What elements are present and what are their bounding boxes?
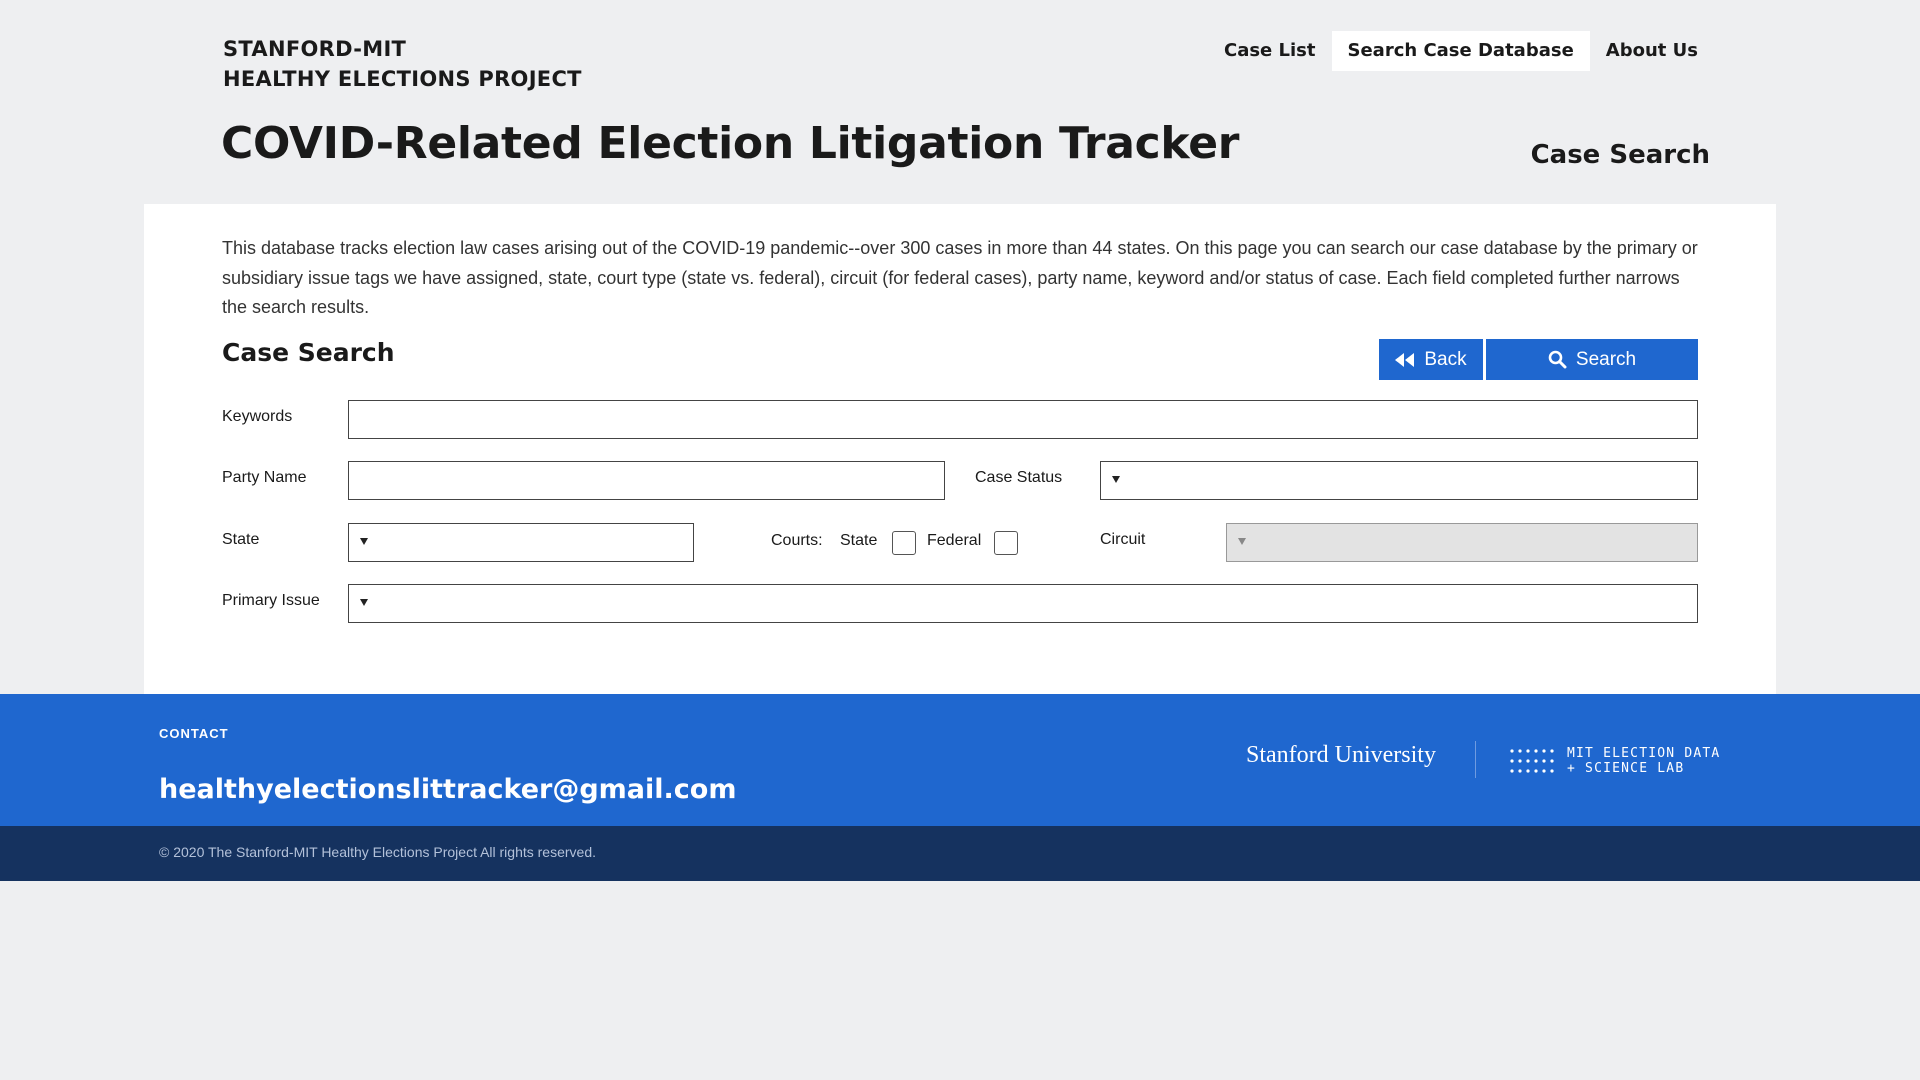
copyright-text: © 2020 The Stanford-MIT Healthy Election… [159, 844, 597, 860]
circuit-label: Circuit [1100, 531, 1146, 548]
page-title: COVID-Related Election Litigation Tracke… [221, 118, 1240, 169]
court-federal-checkbox[interactable] [994, 531, 1018, 555]
party-name-label: Party Name [222, 469, 307, 486]
keywords-input[interactable] [349, 401, 1697, 438]
copyright-bar: © 2020 The Stanford-MIT Healthy Election… [0, 826, 1920, 881]
nav-about-us[interactable]: About Us [1590, 31, 1714, 71]
dropdown-caret-icon [1238, 538, 1246, 545]
dropdown-caret-icon [360, 599, 368, 606]
party-name-field-box [348, 461, 945, 500]
keywords-field-box [348, 400, 1698, 439]
search-button[interactable]: Search [1486, 339, 1698, 380]
back-button[interactable]: Back [1379, 339, 1483, 380]
courts-label: Courts: [771, 532, 823, 549]
circuit-select[interactable] [1226, 523, 1698, 562]
search-icon [1548, 350, 1567, 369]
dropdown-caret-icon [360, 538, 368, 545]
state-label: State [222, 531, 260, 548]
court-state-label: State [840, 532, 878, 549]
nav-case-list[interactable]: Case List [1208, 31, 1332, 71]
court-state-checkbox[interactable] [892, 531, 916, 555]
mit-logo-line-1: MIT ELECTION DATA [1567, 746, 1721, 761]
contact-email-link[interactable]: healthyelectionslittracker@gmail.com [159, 774, 736, 805]
party-name-input[interactable] [349, 462, 944, 499]
case-status-label: Case Status [975, 469, 1063, 486]
site-footer: CONTACT healthyelectionslittracker@gmail… [0, 694, 1920, 826]
dropdown-caret-icon [1112, 476, 1120, 483]
intro-text: This database tracks election law cases … [222, 238, 1698, 317]
mit-election-lab-logo[interactable]: MIT ELECTION DATA + SCIENCE LAB [1509, 746, 1720, 776]
section-title: Case Search [222, 338, 395, 367]
site-brand[interactable]: STANFORD-MIT HEALTHY ELECTIONS PROJECT [223, 34, 582, 94]
brand-line-2: HEALTHY ELECTIONS PROJECT [223, 67, 582, 91]
nav-search-case-database[interactable]: Search Case Database [1331, 31, 1590, 71]
search-button-label: Search [1575, 348, 1637, 370]
back-button-label: Back [1424, 348, 1467, 370]
mit-logo-line-2: + SCIENCE LAB [1567, 761, 1685, 776]
main-nav: Case List Search Case Database About Us [1208, 31, 1714, 71]
search-panel: This database tracks election law cases … [144, 204, 1776, 694]
brand-line-1: STANFORD-MIT [223, 37, 407, 61]
contact-label: CONTACT [159, 726, 229, 741]
dot-grid-icon [1510, 749, 1554, 773]
rewind-icon [1395, 352, 1415, 367]
primary-issue-select[interactable] [348, 584, 1698, 623]
stanford-university-logo[interactable]: Stanford University [1246, 742, 1436, 769]
court-federal-label: Federal [927, 532, 982, 549]
keywords-label: Keywords [222, 408, 293, 425]
state-select[interactable] [348, 523, 694, 562]
footer-divider [1475, 741, 1476, 778]
page-subtitle: Case Search [1530, 140, 1710, 170]
case-status-select[interactable] [1100, 461, 1698, 500]
primary-issue-label: Primary Issue [222, 592, 320, 609]
